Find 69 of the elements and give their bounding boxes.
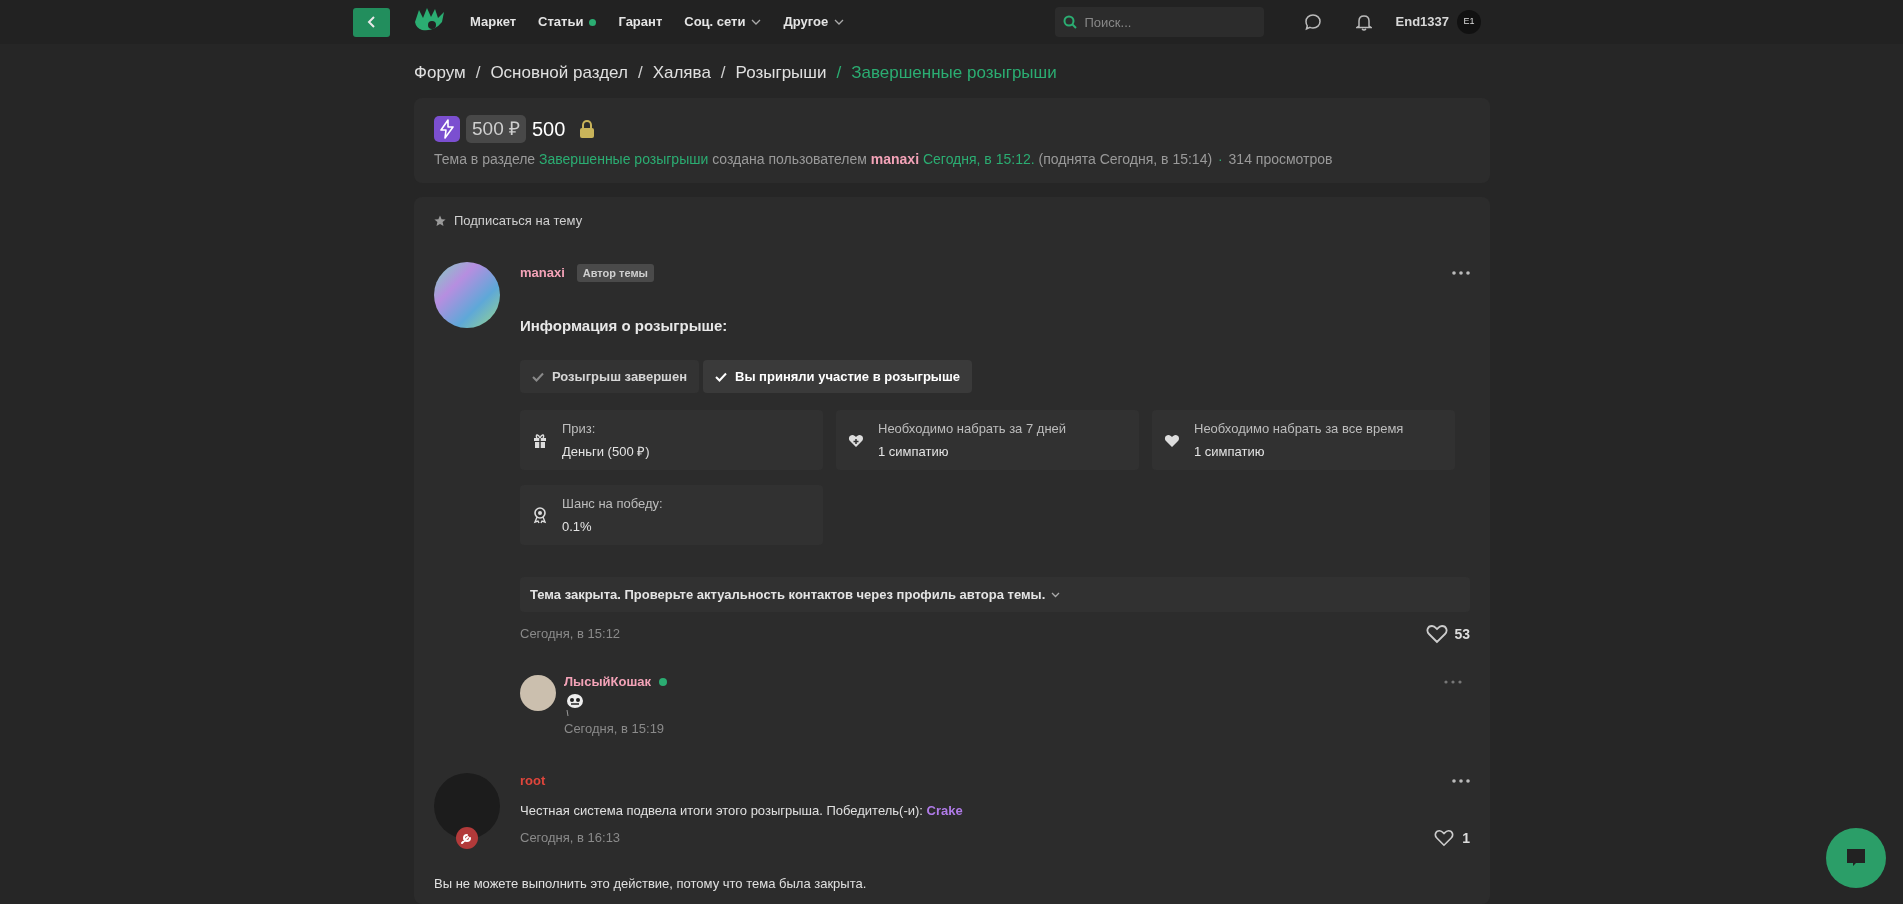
subscribe-link[interactable]: Подписаться на тему: [454, 211, 583, 231]
author-badge: Автор темы: [576, 263, 654, 283]
closed-notice-bar[interactable]: Тема закрыта. Проверьте актуальность контактов через профиль автора темы.: [520, 577, 1470, 612]
comment-author-name[interactable]: ЛысыйКошак: [564, 672, 651, 692]
like-count: 1: [1462, 828, 1470, 848]
breadcrumb-link[interactable]: Розыгрыши: [735, 60, 827, 86]
heart-icon[interactable]: [1426, 624, 1449, 644]
nav-link[interactable]: Маркет: [470, 12, 517, 32]
date-link[interactable]: Сегодня, в 15:12.: [922, 151, 1035, 167]
detail-value: Деньги (500 ₽): [562, 443, 650, 461]
post-author-name[interactable]: manaxi: [520, 263, 565, 283]
like-count: 53: [1454, 624, 1470, 644]
user-avatar[interactable]: E1: [1457, 10, 1481, 34]
breadcrumb-link[interactable]: Халява: [652, 60, 711, 86]
detail-label: Шанс на победу:: [562, 494, 663, 513]
breadcrumb-separator: /: [836, 62, 842, 85]
bell-icon[interactable]: [1355, 13, 1372, 31]
search-icon: [1062, 15, 1077, 29]
detail-label: Необходимо набрать за все время: [1194, 419, 1404, 438]
sticker-face-icon: [564, 693, 584, 717]
breadcrumb-link[interactable]: Основной раздел: [490, 60, 628, 86]
status-chip: Розыгрыш завершен: [520, 360, 699, 393]
post-date[interactable]: Сегодня, в 16:13: [520, 828, 621, 848]
result-message: Честная система подвела итоги этого розыгрыша. Победитель(-и): Crake: [520, 801, 964, 820]
more-options-icon[interactable]: [1452, 271, 1470, 275]
chevron-down-icon: [1051, 591, 1061, 598]
comment-date[interactable]: Сегодня, в 15:19: [564, 719, 1470, 739]
nav-link[interactable]: Статьи: [538, 12, 597, 32]
check-icon: [715, 371, 727, 382]
lightning-icon: [434, 116, 460, 142]
more-options-icon[interactable]: [1444, 680, 1462, 684]
giveaway-info-heading: Информация о розыгрыше:: [520, 316, 729, 335]
chat-bubble-icon: [1845, 847, 1867, 869]
nav-link[interactable]: Другое: [783, 12, 845, 32]
more-options-icon[interactable]: [1452, 778, 1470, 783]
detail-value: 1 симпатию: [1194, 443, 1266, 461]
closed-thread-message: Вы не можете выполнить это действие, потому что тема была закрыта.: [434, 875, 868, 893]
detail-label: Необходимо набрать за 7 дней: [878, 419, 1067, 438]
section-link[interactable]: Завершенные розыгрыши: [539, 151, 709, 167]
chevron-left-icon: [366, 16, 377, 28]
breadcrumb-link[interactable]: Форум: [414, 60, 466, 86]
post-date[interactable]: Сегодня, в 15:12: [520, 624, 621, 644]
winner-link[interactable]: Crake: [926, 802, 963, 818]
star-icon[interactable]: [434, 215, 446, 227]
avatar-placeholder: [520, 675, 556, 711]
breadcrumb-separator: /: [637, 62, 643, 85]
detail-value: 0.1%: [562, 518, 593, 536]
check-icon: [532, 371, 544, 382]
status-chip: Вы приняли участие в розыгрыше: [703, 360, 973, 393]
gift-icon: [532, 431, 548, 449]
back-button[interactable]: [353, 7, 390, 37]
username[interactable]: End1337: [1395, 12, 1449, 32]
award-icon: [532, 506, 548, 524]
thread-meta-text: Тема в разделе Завершенные розыгрыши создана пользователем manaxi Сегодня, в 15:12. (поднята Сегодня, в 15:14) · 314 просмотров: [434, 150, 1334, 169]
detail-label: Приз:: [562, 419, 597, 438]
breadcrumb-separator: /: [475, 62, 481, 85]
chat-bubble-icon[interactable]: [1303, 13, 1322, 31]
nav-link[interactable]: Гарант: [618, 12, 663, 32]
nav-link[interactable]: Соц. сети: [684, 12, 762, 32]
chat-button[interactable]: [1826, 828, 1886, 888]
closed-notice-text: Тема закрыта. Проверьте актуальность контактов через профиль автора темы.: [530, 585, 1046, 604]
price-badge: 500 ₽: [466, 115, 526, 143]
user-link[interactable]: manaxi: [870, 151, 920, 167]
breadcrumb-link[interactable]: Завершенные розыгрыши: [851, 60, 1057, 86]
search-field[interactable]: Поиск...: [1054, 7, 1264, 37]
detail-value: 1 симпатию: [878, 443, 950, 461]
heart-icon[interactable]: [1434, 829, 1455, 847]
breadcrumb-separator: /: [720, 62, 726, 85]
thread-title: 500: [532, 117, 566, 142]
